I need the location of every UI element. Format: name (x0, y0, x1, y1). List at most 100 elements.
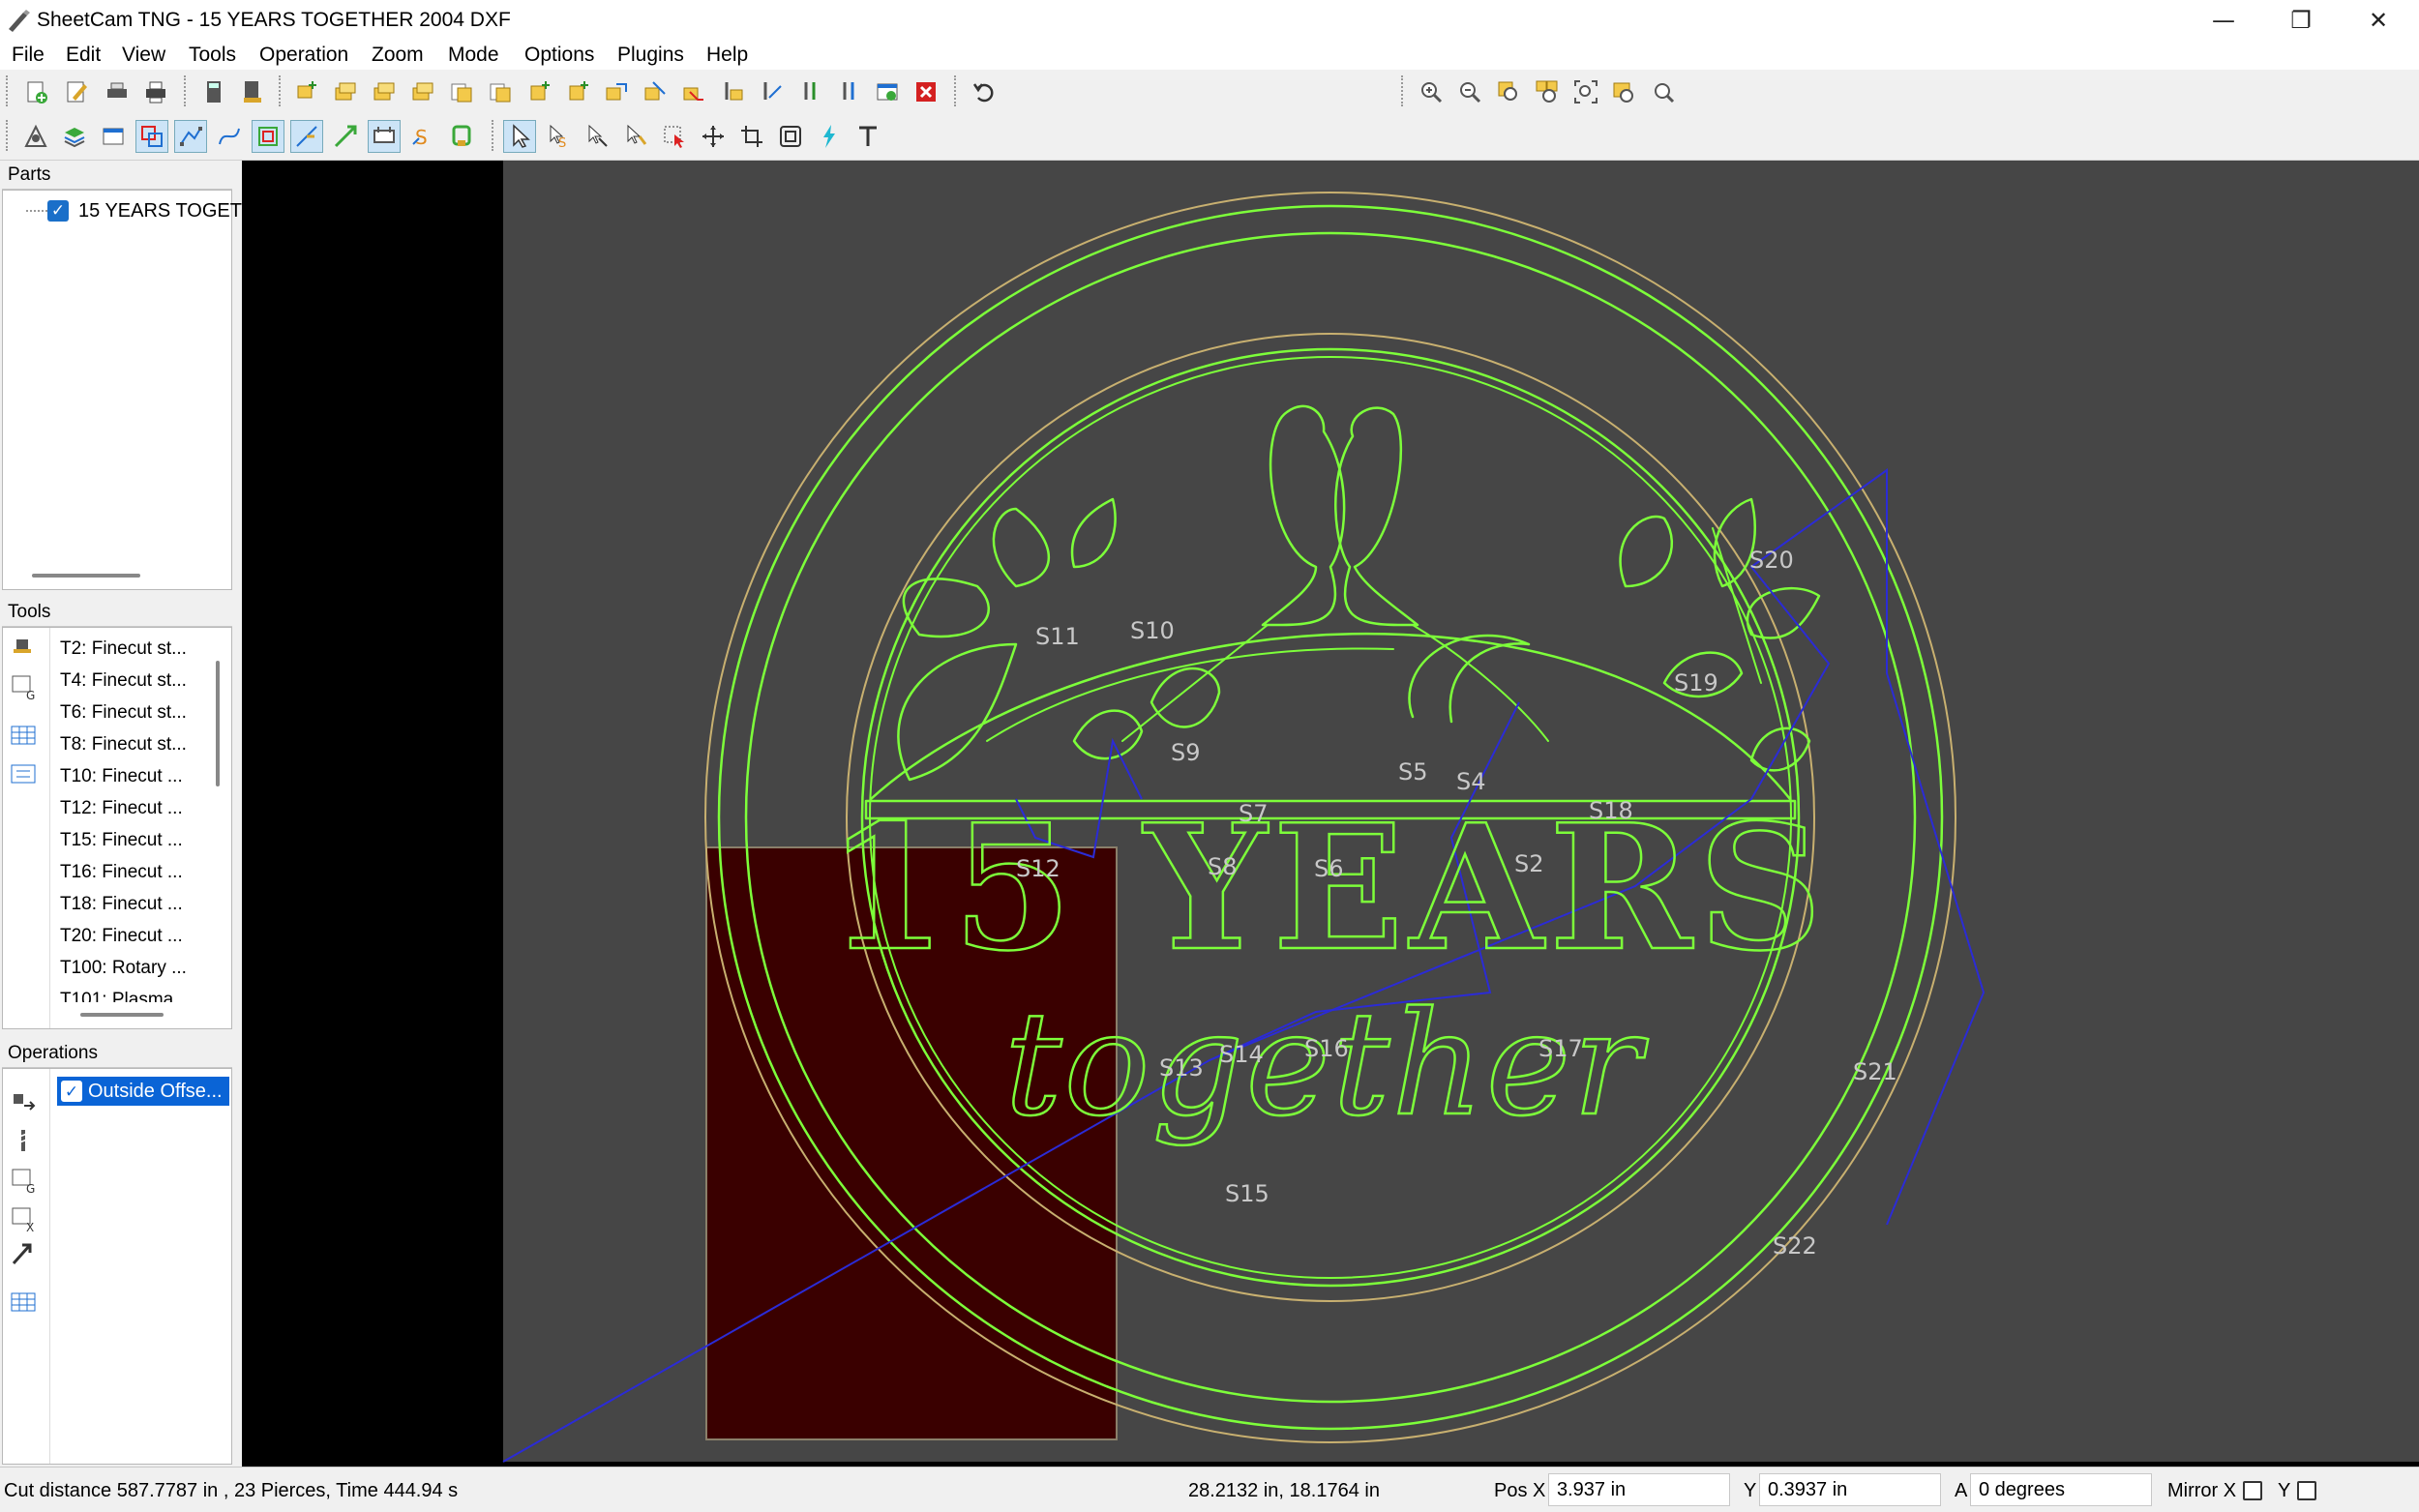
show-paths-toggle[interactable] (174, 120, 207, 153)
op-gcode-x-icon[interactable]: X (9, 1204, 38, 1234)
show-start-points-toggle[interactable]: S (406, 120, 439, 153)
op-button-14[interactable] (793, 75, 826, 108)
simulate-button[interactable] (813, 120, 846, 153)
part-checkbox[interactable]: ✓ (47, 200, 69, 222)
start-label[interactable]: S14 (1219, 1041, 1264, 1068)
right-dove[interactable] (1334, 406, 1419, 627)
op-button-10[interactable] (639, 75, 672, 108)
pos-y-field[interactable]: 0.3937 in (1759, 1473, 1941, 1506)
tool-item[interactable]: T15: Finecut ... (60, 829, 183, 852)
parts-horizontal-scrollbar[interactable] (32, 574, 140, 578)
show-sheet-toggle[interactable] (368, 120, 401, 153)
op-button-3[interactable] (368, 75, 401, 108)
start-label[interactable]: S15 (1225, 1180, 1269, 1207)
zoom-in-button[interactable] (1415, 75, 1448, 108)
branch-arc[interactable] (869, 632, 1792, 801)
tool-item[interactable]: T12: Finecut ... (60, 797, 183, 820)
menu-operation[interactable]: Operation (255, 43, 352, 68)
start-label[interactable]: S21 (1853, 1058, 1897, 1085)
start-label[interactable]: S4 (1456, 768, 1486, 795)
leaf-right-1[interactable] (1619, 515, 1674, 588)
op-path-icon[interactable] (9, 1239, 38, 1268)
leaf-left-5[interactable] (1150, 667, 1221, 728)
tool-item[interactable]: T10: Finecut ... (60, 765, 183, 788)
add-operation-button[interactable] (290, 75, 323, 108)
print-preview-button[interactable] (101, 75, 134, 108)
move-mode-button[interactable] (697, 120, 730, 153)
new-job-button[interactable] (19, 75, 52, 108)
start-label[interactable]: S8 (1208, 853, 1238, 880)
tools-horizontal-scrollbar[interactable] (80, 1013, 164, 1017)
job-options-button[interactable] (97, 120, 130, 153)
zoom-out-button[interactable] (1453, 75, 1486, 108)
post-process-button[interactable] (236, 75, 269, 108)
zoom-settings-button[interactable] (1647, 75, 1680, 108)
undo-button[interactable] (968, 75, 1000, 108)
menu-tools[interactable]: Tools (185, 43, 240, 68)
start-label[interactable]: S5 (1398, 758, 1428, 786)
close-window-button[interactable]: ✕ (2340, 0, 2417, 41)
start-label[interactable]: S17 (1538, 1035, 1583, 1062)
mirror-x-checkbox[interactable] (2243, 1481, 2262, 1500)
script-lettering[interactable]: together (1003, 980, 1649, 1149)
mirror-y-checkbox[interactable] (2297, 1481, 2316, 1500)
tool-item[interactable]: T18: Finecut ... (60, 893, 183, 916)
op-button-15[interactable] (832, 75, 865, 108)
toolbar-grip[interactable] (6, 120, 10, 151)
leaf-left-1[interactable] (897, 642, 1018, 782)
show-offsets-toggle[interactable] (252, 120, 284, 153)
op-button-5[interactable] (445, 75, 478, 108)
zoom-all-parts-button[interactable] (1531, 75, 1564, 108)
tool-item[interactable]: T101: Plasma ... (60, 989, 194, 1002)
left-dove[interactable] (1261, 404, 1346, 627)
toolbar-grip[interactable] (184, 75, 188, 106)
show-parts-toggle[interactable] (135, 120, 168, 153)
text-tool-button[interactable] (851, 120, 884, 153)
menu-mode[interactable]: Mode (444, 43, 503, 68)
start-label[interactable]: S18 (1589, 797, 1633, 824)
sheet-origin-button[interactable] (735, 120, 768, 153)
show-leadins-toggle[interactable] (290, 120, 323, 153)
tool-item[interactable]: T8: Finecut st... (60, 733, 187, 756)
operation-label[interactable]: Outside Offse... (88, 1079, 223, 1104)
start-point-mode-button[interactable]: S (542, 120, 575, 153)
op-button-7[interactable] (523, 75, 555, 108)
op-button-6[interactable] (484, 75, 517, 108)
scroll-curl[interactable] (1408, 634, 1531, 724)
calculator-button[interactable] (197, 75, 230, 108)
leaf-left-3[interactable] (992, 507, 1050, 588)
op-button-16[interactable] (871, 75, 904, 108)
print-button[interactable] (139, 75, 172, 108)
zoom-sheet-button[interactable] (1608, 75, 1641, 108)
start-label[interactable]: S20 (1749, 547, 1794, 574)
toolbar-grip[interactable] (6, 75, 10, 106)
tool-item[interactable]: T100: Rotary ... (60, 957, 187, 980)
delete-operation-button[interactable] (910, 75, 942, 108)
cut-order-mode-button[interactable] (619, 120, 652, 153)
op-button-8[interactable] (561, 75, 594, 108)
parts-tree[interactable]: ✓ 15 YEARS TOGET (2, 190, 242, 590)
restore-button[interactable]: ❐ (2262, 0, 2340, 41)
tool-torch-icon[interactable] (9, 636, 38, 665)
leaf-left-4[interactable] (1070, 497, 1117, 569)
start-label[interactable]: S13 (1159, 1054, 1204, 1082)
tool-table-icon[interactable] (9, 721, 38, 750)
tool-item[interactable]: T2: Finecut st... (60, 637, 187, 661)
machine-options-button[interactable] (19, 120, 52, 153)
leaf-left-2[interactable] (902, 578, 990, 638)
tool-gcode-icon[interactable]: G (9, 672, 38, 702)
part-label[interactable]: 15 YEARS TOGET (78, 198, 242, 223)
leaf-right-3[interactable] (1746, 587, 1821, 639)
menu-options[interactable]: Options (521, 43, 598, 68)
start-label[interactable]: S12 (1016, 855, 1060, 882)
drawing-canvas[interactable]: 15 YEARS together S2 S4 S5 S6 S7 S8 S9 S… (242, 161, 2419, 1467)
tool-item[interactable]: T16: Finecut ... (60, 861, 183, 884)
tools-vertical-scrollbar[interactable] (216, 661, 220, 786)
show-tabs-toggle[interactable] (445, 120, 478, 153)
main-lettering[interactable]: 15 YEARS (825, 786, 1829, 991)
op-button-11[interactable] (677, 75, 710, 108)
start-label[interactable]: S2 (1514, 850, 1544, 877)
toolbar-grip[interactable] (954, 75, 958, 106)
pos-x-field[interactable]: 3.937 in (1548, 1473, 1730, 1506)
zoom-extents-button[interactable] (1569, 75, 1602, 108)
